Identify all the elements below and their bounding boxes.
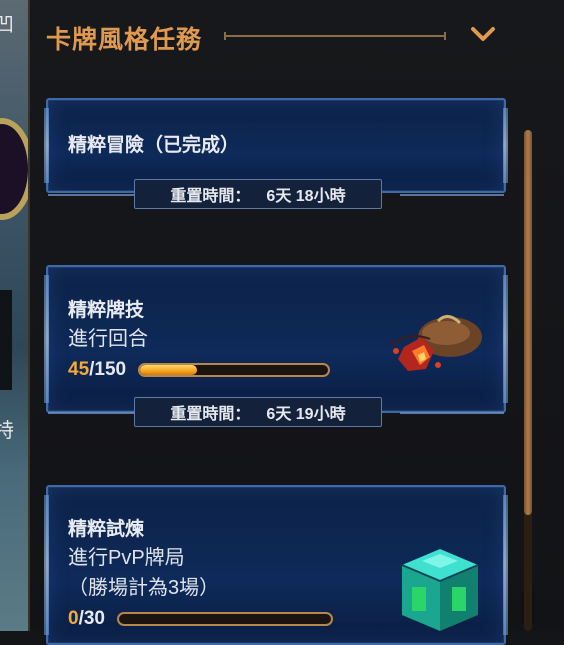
header-divider bbox=[224, 32, 446, 40]
portrait-ring bbox=[0, 118, 28, 220]
progress-fill bbox=[140, 365, 197, 375]
quest-card[interactable]: 精粹牌技 進行回合 45/150 bbox=[44, 265, 508, 413]
progress-bar bbox=[117, 612, 333, 626]
progress-count: 0/30 bbox=[68, 608, 105, 629]
quest-name: 精粹冒險（已完成） bbox=[68, 135, 240, 156]
divider bbox=[48, 412, 148, 414]
quest-card[interactable]: 精粹試煉 進行PvP牌局 （勝場計為3場） 0/30 bbox=[44, 485, 508, 645]
reset-label: 重置時間： bbox=[170, 188, 251, 205]
background-shadow bbox=[0, 290, 12, 390]
collapse-chevron-icon[interactable] bbox=[470, 24, 496, 44]
ember-pouch-icon bbox=[382, 307, 486, 385]
quest-progress: 45/150 bbox=[68, 359, 331, 381]
reset-value: 6天 18小時 bbox=[266, 188, 346, 205]
background-text: 凹 bbox=[0, 14, 14, 36]
quest-name: 精粹牌技 bbox=[68, 300, 145, 321]
background-map: 凹 特 bbox=[0, 0, 28, 631]
quest-progress: 0/30 bbox=[68, 608, 333, 630]
emerald-chest-icon bbox=[392, 541, 488, 637]
panel-header: 卡牌風格任務 bbox=[30, 0, 564, 70]
divider bbox=[400, 412, 504, 414]
quest-objective-note: （勝場計為3場） bbox=[68, 577, 220, 599]
quest-name: 精粹試煉 bbox=[68, 519, 145, 540]
scrollbar-thumb[interactable] bbox=[524, 130, 532, 515]
quest-panel: 卡牌風格任務 精粹冒險（已完成） 重置時間： 6天 18小時 精粹牌技 進行回合… bbox=[28, 0, 564, 645]
divider bbox=[48, 194, 148, 196]
progress-count: 45/150 bbox=[68, 359, 127, 380]
scrollbar[interactable] bbox=[524, 130, 532, 631]
panel-title: 卡牌風格任務 bbox=[46, 26, 203, 54]
reset-timer: 重置時間： 6天 19小時 bbox=[134, 397, 382, 427]
divider bbox=[400, 194, 504, 196]
reset-timer: 重置時間： 6天 18小時 bbox=[134, 179, 382, 209]
background-text: 特 bbox=[0, 420, 14, 442]
quest-objective: 進行回合 bbox=[68, 328, 148, 350]
reset-value: 6天 19小時 bbox=[266, 406, 346, 423]
quest-objective: 進行PvP牌局 bbox=[68, 547, 185, 569]
reset-label: 重置時間： bbox=[170, 406, 251, 423]
progress-bar bbox=[138, 363, 331, 377]
